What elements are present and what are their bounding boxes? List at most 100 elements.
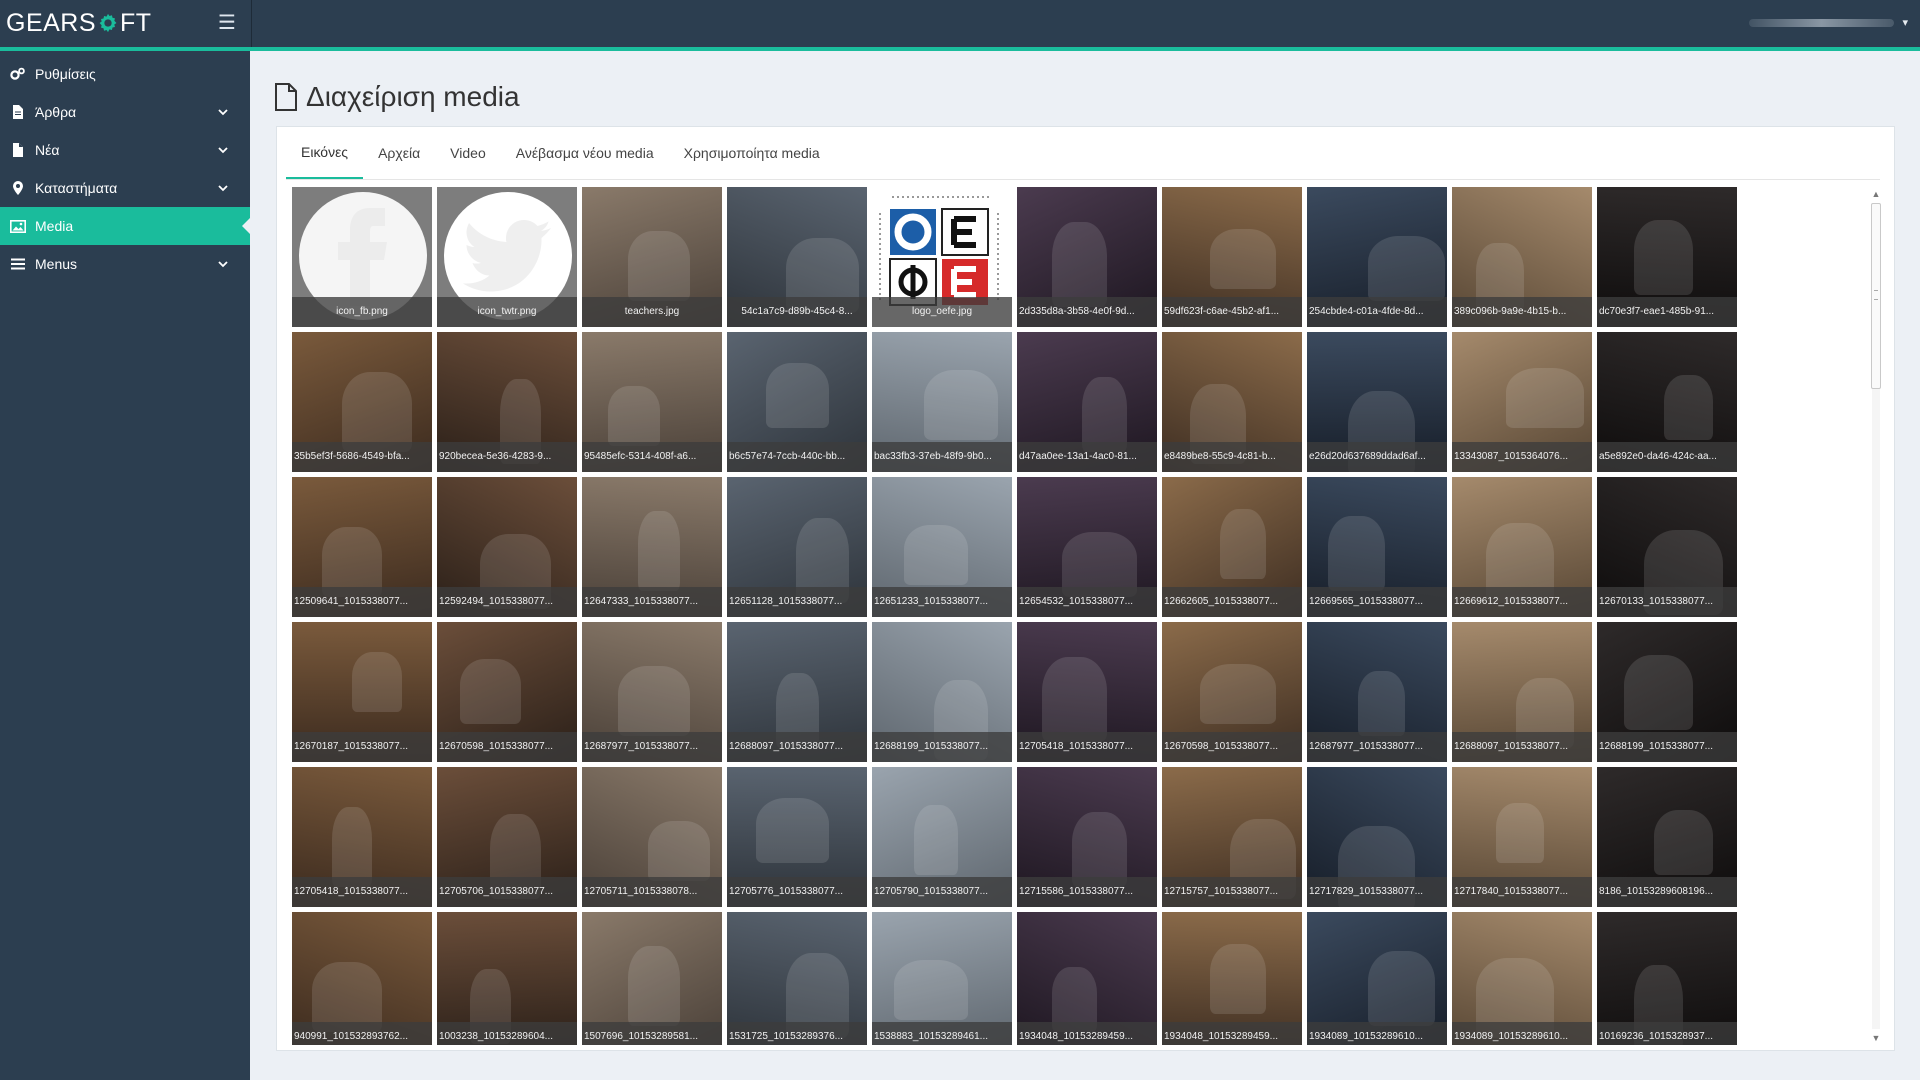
media-thumbnail[interactable]: 54c1a7c9-d89b-45c4-8... [727,187,867,327]
media-thumbnail[interactable]: 12670133_1015338077... [1597,477,1737,617]
media-thumbnail[interactable]: 12705418_1015338077... [292,767,432,907]
media-thumbnail[interactable]: 8186_10153289608196... [1597,767,1737,907]
media-thumbnail[interactable]: 2d335d8a-3b58-4e0f-9d... [1017,187,1157,327]
media-thumbnail[interactable]: 12705711_1015338078... [582,767,722,907]
media-thumbnail[interactable]: 12670187_1015338077... [292,622,432,762]
media-thumbnail[interactable]: 1934089_10153289610... [1452,912,1592,1045]
media-thumbnail[interactable]: 1003238_10153289604... [437,912,577,1045]
media-thumbnail[interactable]: 1538883_10153289461... [872,912,1012,1045]
tab-files[interactable]: Αρχεία [363,127,435,179]
media-filename: 12705418_1015338077... [1017,732,1157,762]
media-thumbnail[interactable]: 59df623f-c6ae-45b2-af1... [1162,187,1302,327]
sidebar-item-media[interactable]: Media [0,207,250,245]
sidebar-item-articles[interactable]: Άρθρα [0,93,250,131]
media-thumbnail[interactable]: 12509641_1015338077... [292,477,432,617]
media-filename: 12669565_1015338077... [1307,587,1447,617]
media-thumbnail[interactable]: 12705776_1015338077... [727,767,867,907]
media-thumbnail[interactable]: e26d20d637689ddad6af... [1307,332,1447,472]
media-thumbnail[interactable]: 12705790_1015338077... [872,767,1012,907]
media-thumbnail[interactable]: 12670598_1015338077... [1162,622,1302,762]
media-thumbnail[interactable]: 1934089_10153289610... [1307,912,1447,1045]
photo-preview [608,386,660,446]
sidebar-item-menus[interactable]: Menus [0,245,250,283]
media-thumbnail[interactable]: 35b5ef3f-5686-4549-bfa... [292,332,432,472]
media-thumbnail[interactable]: logo_oefe.jpg [872,187,1012,327]
media-thumbnail[interactable]: 13343087_1015364076... [1452,332,1592,472]
media-thumbnail[interactable]: 12669612_1015338077... [1452,477,1592,617]
media-thumbnail[interactable]: 254cbde4-c01a-4fde-8d... [1307,187,1447,327]
user-menu[interactable]: ▾ [1749,16,1908,29]
media-thumbnail[interactable]: 920becea-5e36-4283-9... [437,332,577,472]
media-thumbnail[interactable]: 12592494_1015338077... [437,477,577,617]
media-thumbnail[interactable]: 1507696_10153289581... [582,912,722,1045]
media-filename: 1934048_10153289459... [1017,1022,1157,1045]
media-thumbnail[interactable]: 12651233_1015338077... [872,477,1012,617]
media-thumbnail[interactable]: 12669565_1015338077... [1307,477,1447,617]
media-filename: 8186_10153289608196... [1597,877,1737,907]
media-thumbnail[interactable]: b6c57e74-7ccb-440c-bb... [727,332,867,472]
scroll-thumb[interactable] [1871,203,1881,389]
sidebar-item-label: Ρυθμίσεις [35,66,96,82]
media-thumbnail[interactable]: 12715757_1015338077... [1162,767,1302,907]
chevron-down-icon: ▾ [1902,17,1908,29]
media-thumbnail[interactable]: 12717829_1015338077... [1307,767,1447,907]
media-filename: 12670187_1015338077... [292,732,432,762]
media-thumbnail[interactable]: 1934048_10153289459... [1017,912,1157,1045]
media-thumbnail[interactable]: 12687977_1015338077... [582,622,722,762]
media-thumbnail[interactable]: 12717840_1015338077... [1452,767,1592,907]
media-thumbnail[interactable]: 1934048_10153289459... [1162,912,1302,1045]
media-thumbnail[interactable]: teachers.jpg [582,187,722,327]
sidebar-item-label: Menus [35,256,78,272]
document-icon [10,104,26,120]
media-thumbnail[interactable]: 12647333_1015338077... [582,477,722,617]
media-thumbnail[interactable]: 940991_101532893762... [292,912,432,1045]
media-thumbnail[interactable]: 12715586_1015338077... [1017,767,1157,907]
media-filename: 13343087_1015364076... [1452,442,1592,472]
media-thumbnail[interactable]: 12687977_1015338077... [1307,622,1447,762]
media-thumbnail[interactable]: d47aa0ee-13a1-4ac0-81... [1017,332,1157,472]
user-name-blurred [1749,18,1895,27]
media-thumbnail[interactable]: icon_twtr.png [437,187,577,327]
sidebar-item-settings[interactable]: Ρυθμίσεις [0,55,250,93]
media-filename: 1934048_10153289459... [1162,1022,1302,1045]
sidebar-item-news[interactable]: Νέα [0,131,250,169]
media-filename: 12509641_1015338077... [292,587,432,617]
scroll-up-arrow-icon[interactable]: ▲ [1869,187,1883,201]
media-thumbnail[interactable]: 12654532_1015338077... [1017,477,1157,617]
media-thumbnail[interactable]: 12705706_1015338077... [437,767,577,907]
media-thumbnail[interactable]: 12688097_1015338077... [1452,622,1592,762]
media-filename: 1003238_10153289604... [437,1022,577,1045]
media-thumbnail[interactable]: 12688199_1015338077... [872,622,1012,762]
sidebar-item-label: Άρθρα [35,104,77,120]
media-filename: 12688199_1015338077... [1597,732,1737,762]
hamburger-icon[interactable]: ☰ [216,12,238,34]
media-filename: 12715757_1015338077... [1162,877,1302,907]
media-thumbnail[interactable]: 12705418_1015338077... [1017,622,1157,762]
media-filename: 35b5ef3f-5686-4549-bfa... [292,442,432,472]
media-thumbnail[interactable]: e8489be8-55c9-4c81-b... [1162,332,1302,472]
photo-preview [628,231,690,301]
media-thumbnail[interactable]: 12688199_1015338077... [1597,622,1737,762]
tab-images[interactable]: Εικόνες [286,127,364,179]
media-thumbnail[interactable]: 12662605_1015338077... [1162,477,1302,617]
media-thumbnail[interactable]: 10169236_1015328937... [1597,912,1737,1045]
media-scrollbar[interactable]: ▲ ▼ [1869,187,1883,1045]
media-thumbnail[interactable]: 12670598_1015338077... [437,622,577,762]
photo-preview [1368,236,1445,301]
media-thumbnail[interactable]: 389c096b-9a9e-4b15-b... [1452,187,1592,327]
media-thumbnail[interactable]: bac33fb3-37eb-48f9-9b0... [872,332,1012,472]
media-thumbnail[interactable]: 1531725_10153289376... [727,912,867,1045]
media-thumbnail[interactable]: icon_fb.png [292,187,432,327]
brand-logo[interactable]: GEARS FT [6,8,152,38]
media-thumbnail[interactable]: 12688097_1015338077... [727,622,867,762]
scroll-down-arrow-icon[interactable]: ▼ [1869,1031,1883,1045]
tab-video[interactable]: Video [435,127,501,179]
media-thumbnail[interactable]: 95485efc-5314-408f-a6... [582,332,722,472]
tab-used-media[interactable]: Χρησιμοποίητα media [669,127,835,179]
media-thumbnail[interactable]: 12651128_1015338077... [727,477,867,617]
media-thumbnail[interactable]: dc70e3f7-eae1-485b-91... [1597,187,1737,327]
media-filename: 12647333_1015338077... [582,587,722,617]
sidebar-item-stores[interactable]: Καταστήματα [0,169,250,207]
media-thumbnail[interactable]: a5e892e0-da46-424c-aa... [1597,332,1737,472]
tab-upload-media[interactable]: Ανέβασμα νέου media [501,127,669,179]
